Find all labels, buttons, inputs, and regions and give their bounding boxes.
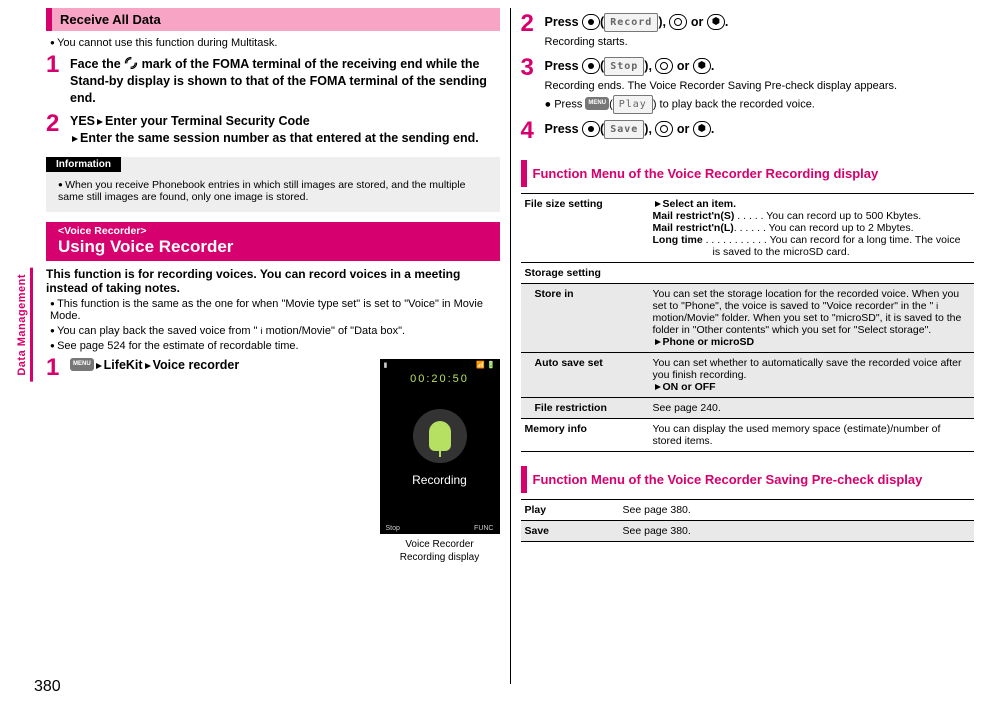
ring-key-icon (655, 121, 673, 137)
step-number: 1 (46, 54, 64, 107)
fm-recording-header: Function Menu of the Voice Recorder Reco… (521, 160, 975, 187)
step-3-press: 3 Press (Stop), or . Recording ends. The… (521, 57, 975, 114)
triangle-icon (72, 136, 78, 142)
row-key-auto-save: Auto save set (521, 353, 649, 398)
ring-key-icon (655, 58, 673, 74)
row-key-file-restriction: File restriction (521, 398, 649, 419)
step-number: 1 (46, 357, 64, 379)
row-val: Select an item. Mail restrict'n(S) . . .… (649, 194, 975, 263)
step-1: 1 Face the mark of the FOMA terminal of … (46, 54, 500, 107)
triangle-icon (655, 384, 661, 390)
step-sub: Recording ends. The Voice Recorder Savin… (545, 78, 975, 95)
phone-figure: ▮📶 🔋 00:20:50 Recording StopFUNC Voice R… (380, 359, 500, 564)
softkey-save: Save (604, 120, 644, 139)
step-number: 2 (521, 13, 539, 51)
voice-recorder-lead: This function is for recording voices. Y… (46, 267, 500, 295)
step-2: 2 YESEnter your Terminal Security Code E… (46, 113, 500, 147)
row-key-file-size: File size setting (521, 194, 649, 263)
softkey-play: Play (613, 95, 653, 114)
row-key-store-in: Store in (521, 284, 649, 353)
triangle-icon (96, 363, 102, 369)
row-key-save: Save (521, 521, 619, 542)
row-val: You can set whether to automatically sav… (649, 353, 975, 398)
row-val: You can display the used memory space (e… (649, 419, 975, 452)
voice-recorder-header: <Voice Recorder> Using Voice Recorder (46, 222, 500, 261)
ring-key-icon (669, 14, 687, 30)
function-menu-table-1: File size setting Select an item. Mail r… (521, 193, 975, 452)
row-val: You can set the storage location for the… (649, 284, 975, 353)
recording-timer: 00:20:50 (410, 373, 469, 385)
information-label: Information (46, 157, 121, 172)
row-key-play: Play (521, 500, 619, 521)
triangle-icon (655, 201, 661, 207)
center-key-icon (582, 14, 600, 30)
step-4-press: 4 Press (Save), or . (521, 120, 975, 142)
voice-recorder-bullet: This function is the same as the one for… (50, 298, 500, 322)
step-number: 3 (521, 57, 539, 114)
center-key-icon (582, 121, 600, 137)
row-val: See page 380. (619, 500, 975, 521)
hex-key-icon (707, 14, 725, 30)
softkey-stop: Stop (604, 57, 644, 76)
triangle-icon (97, 119, 103, 125)
page-number: 380 (34, 678, 61, 696)
step-sub: ● Press MENU(Play) to play back the reco… (545, 95, 975, 114)
menu-key-icon: MENU (585, 97, 609, 110)
menu-key-icon: MENU (70, 358, 94, 371)
fm-precheck-header: Function Menu of the Voice Recorder Savi… (521, 466, 975, 493)
voice-recorder-bullet: You can play back the saved voice from "… (50, 325, 500, 337)
side-tab: Data Management (14, 268, 33, 382)
row-key-memory-info: Memory info (521, 419, 649, 452)
note-multitask: You cannot use this function during Mult… (50, 37, 500, 49)
hex-key-icon (693, 58, 711, 74)
softkey-record: Record (604, 13, 658, 32)
step-1-menu: 1 MENULifeKitVoice recorder (46, 357, 372, 379)
information-text: When you receive Phonebook entries in wh… (50, 179, 500, 203)
center-key-icon (582, 58, 600, 74)
row-val: See page 380. (619, 521, 975, 542)
step-number: 2 (46, 113, 64, 147)
recording-label: Recording (412, 473, 467, 487)
hex-key-icon (693, 121, 711, 137)
row-head-storage: Storage setting (521, 263, 975, 284)
step-number: 4 (521, 120, 539, 142)
triangle-icon (655, 339, 661, 345)
triangle-icon (145, 363, 151, 369)
voice-recorder-bullet: See page 524 for the estimate of recorda… (50, 340, 500, 352)
row-val: See page 240. (649, 398, 975, 419)
step-2-press: 2 Press (Record), or . Recording starts. (521, 13, 975, 51)
information-box: Information When you receive Phonebook e… (46, 157, 500, 212)
function-menu-table-2: Play See page 380. Save See page 380. (521, 499, 975, 542)
receive-all-data-header: Receive All Data (46, 8, 500, 31)
mic-icon (413, 409, 467, 463)
step-sub: Recording starts. (545, 34, 975, 51)
